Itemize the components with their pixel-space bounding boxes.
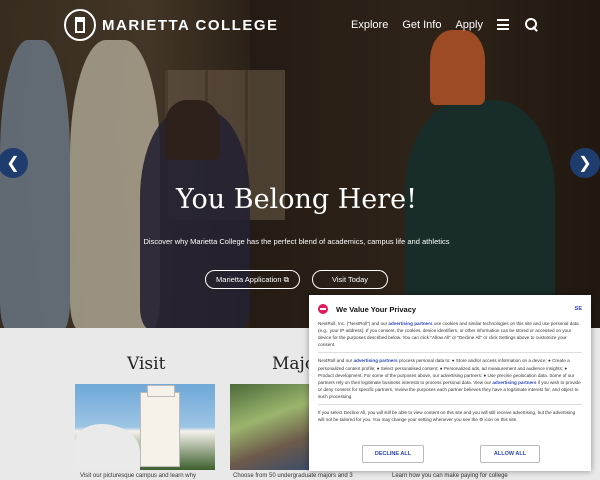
modal-divider	[318, 352, 582, 354]
advertising-partners-link[interactable]: advertising partners	[492, 380, 536, 385]
nav-apply[interactable]: Apply	[455, 19, 483, 31]
carousel-next-button[interactable]: ❯	[570, 148, 600, 178]
modal-divider	[318, 404, 582, 406]
marietta-application-button[interactable]: Marietta Application ⧉	[205, 270, 300, 289]
decline-all-button[interactable]: DECLINE ALL	[362, 445, 424, 463]
site-header: MARIETTA COLLEGE Explore Get Info Apply	[0, 0, 600, 52]
nav-explore[interactable]: Explore	[351, 19, 388, 31]
visit-campus-image[interactable]	[75, 384, 215, 470]
nav-get-info[interactable]: Get Info	[402, 19, 441, 31]
consent-paragraph-3: If you select Decline All, you will stil…	[318, 410, 576, 423]
majors-students-image[interactable]	[230, 384, 312, 470]
consent-paragraph-2: NextRoll and our advertising partners pr…	[318, 358, 581, 399]
visit-heading: Visit	[127, 354, 166, 374]
visit-caption: Visit our picturesque campus and learn w…	[80, 473, 196, 479]
advertising-partners-link[interactable]: advertising partners	[354, 358, 398, 363]
advertising-partners-link[interactable]: advertising partners	[388, 321, 432, 326]
hero-title: You Belong Here!	[176, 184, 417, 215]
modal-title: We Value Your Privacy	[336, 304, 417, 314]
language-selector[interactable]: SE	[575, 306, 582, 312]
hero-subtitle: Discover why Marietta College has the pe…	[143, 237, 450, 246]
modal-body: NextRoll, Inc. ("NextRoll") and our adve…	[318, 320, 582, 442]
college-logo-icon[interactable]	[64, 9, 96, 41]
menu-icon[interactable]	[497, 19, 509, 30]
privacy-consent-modal: We Value Your Privacy SE NextRoll, Inc. …	[309, 295, 591, 471]
visit-today-button[interactable]: Visit Today	[312, 270, 388, 289]
consent-paragraph-1: NextRoll, Inc. ("NextRoll") and our adve…	[318, 321, 579, 348]
main-nav: Explore Get Info Apply	[351, 18, 600, 31]
modal-header: We Value Your Privacy SE	[318, 303, 582, 315]
search-icon[interactable]	[525, 18, 538, 31]
tuition-caption: Learn how you can make paying for colleg…	[392, 473, 508, 479]
allow-all-button[interactable]: ALLOW ALL	[480, 445, 540, 463]
nextroll-logo-icon	[318, 304, 328, 314]
majors-caption: Choose from 50 undergraduate majors and …	[233, 473, 353, 479]
site-brand[interactable]: MARIETTA COLLEGE	[102, 17, 279, 34]
